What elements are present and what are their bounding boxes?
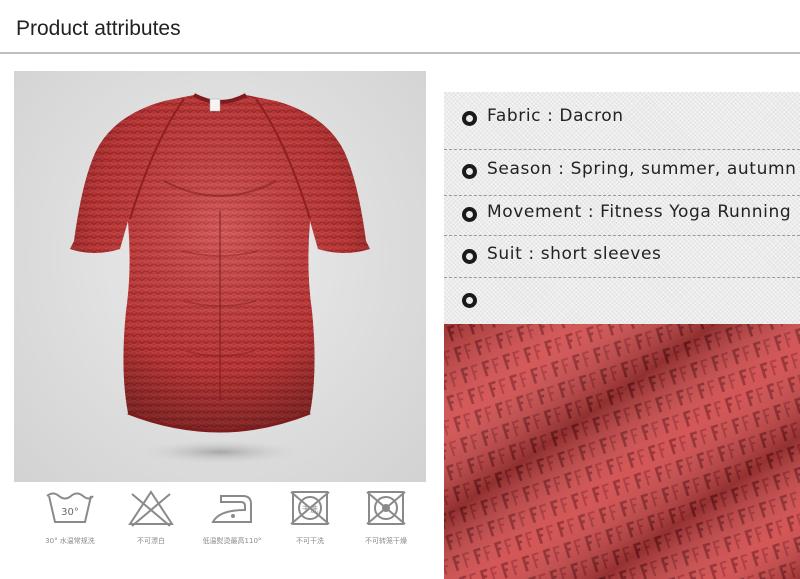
attr-row-season: Season : Spring, summer, autumn [444, 150, 800, 190]
tshirt-image [70, 93, 370, 464]
attr-label: Fabric : Dacron [487, 106, 624, 126]
care-label-iron: 低温熨烫最高110° [202, 537, 262, 545]
attr-row-movement: Movement : Fitness Yoga Running [444, 196, 800, 236]
bullet-icon [462, 249, 477, 264]
wash-30-icon: 30° [46, 492, 94, 523]
header-divider [0, 52, 800, 54]
do-not-tumble-dry-icon [366, 491, 406, 525]
attr-row-suit: Suit : short sleeves [444, 236, 800, 276]
iron-low-icon [211, 495, 252, 523]
bullet-icon [462, 207, 477, 222]
care-item-bleach: 不可漂白 [111, 488, 191, 558]
care-item-tumble-dry: 不可转笼干燥 [346, 488, 426, 558]
bullet-icon [462, 293, 477, 308]
fabric-texture [444, 324, 800, 579]
care-label-dry-clean: 不可干洗 [296, 537, 324, 545]
fabric-closeup [444, 324, 800, 579]
dry-clean-symbol: 干洗 [302, 504, 318, 514]
attr-row-empty [444, 278, 800, 318]
page-title: Product attributes [16, 17, 181, 40]
attributes-panel: Fabric : Dacron Season : Spring, summer,… [444, 92, 800, 324]
do-not-bleach-icon [128, 490, 174, 527]
care-label-bleach: 不可漂白 [137, 537, 165, 545]
attr-row-fabric: Fabric : Dacron [444, 98, 800, 138]
care-item-iron: 低温熨烫最高110° [192, 488, 272, 558]
wash-temperature: 30° [61, 507, 79, 518]
care-item-dry-clean: 干洗 不可干洗 [270, 488, 350, 558]
care-label-tumble-dry: 不可转笼干燥 [365, 537, 407, 545]
care-label-wash: 30° 水温常规洗 [45, 537, 95, 545]
care-instructions: 30° 30° 水温常规洗 不可漂白 低温熨烫最高110° 干洗 不可干洗 不可… [14, 488, 426, 558]
do-not-dry-clean-icon: 干洗 [290, 491, 330, 525]
bullet-icon [462, 111, 477, 126]
attr-label: Season : Spring, summer, autumn [487, 159, 797, 179]
product-photo [14, 71, 426, 482]
care-item-wash: 30° 30° 水温常规洗 [30, 488, 110, 558]
attr-label: Suit : short sleeves [487, 244, 662, 264]
bullet-icon [462, 164, 477, 179]
page-header: Product attributes [0, 0, 800, 54]
attr-label: Movement : Fitness Yoga Running [487, 202, 792, 222]
